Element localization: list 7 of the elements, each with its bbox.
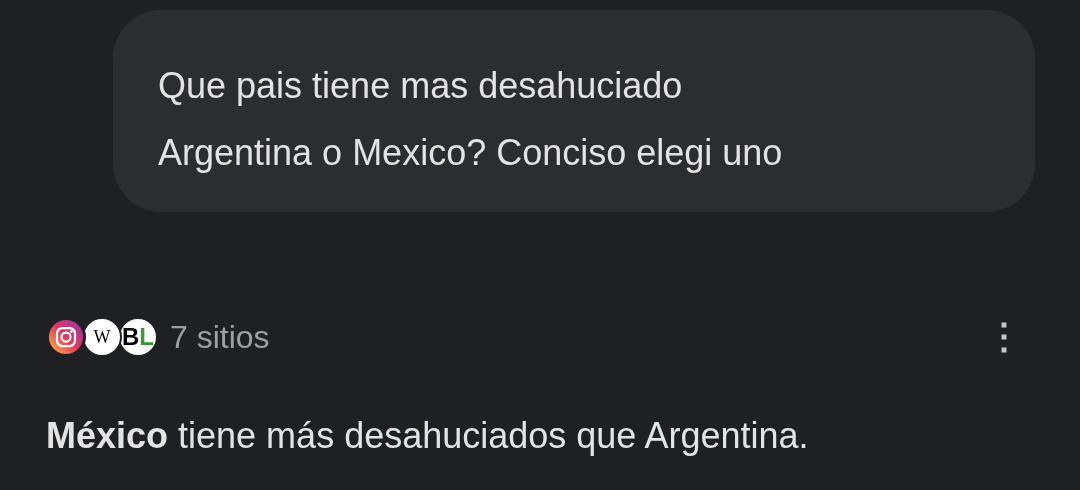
more-options-button[interactable]: ⋮ (986, 319, 1022, 355)
source-count[interactable]: 7 sitios (170, 313, 270, 361)
wiki-logo-icon: W (82, 317, 122, 357)
answer-text: México tiene más desahuciados que Argentina. (45, 414, 809, 458)
site-logo-icon: BL (118, 317, 158, 357)
question-text: Que pais tiene mas desahuciado (158, 64, 683, 108)
question-text: Argentina o Mexico? Conciso elegi uno (158, 131, 783, 175)
